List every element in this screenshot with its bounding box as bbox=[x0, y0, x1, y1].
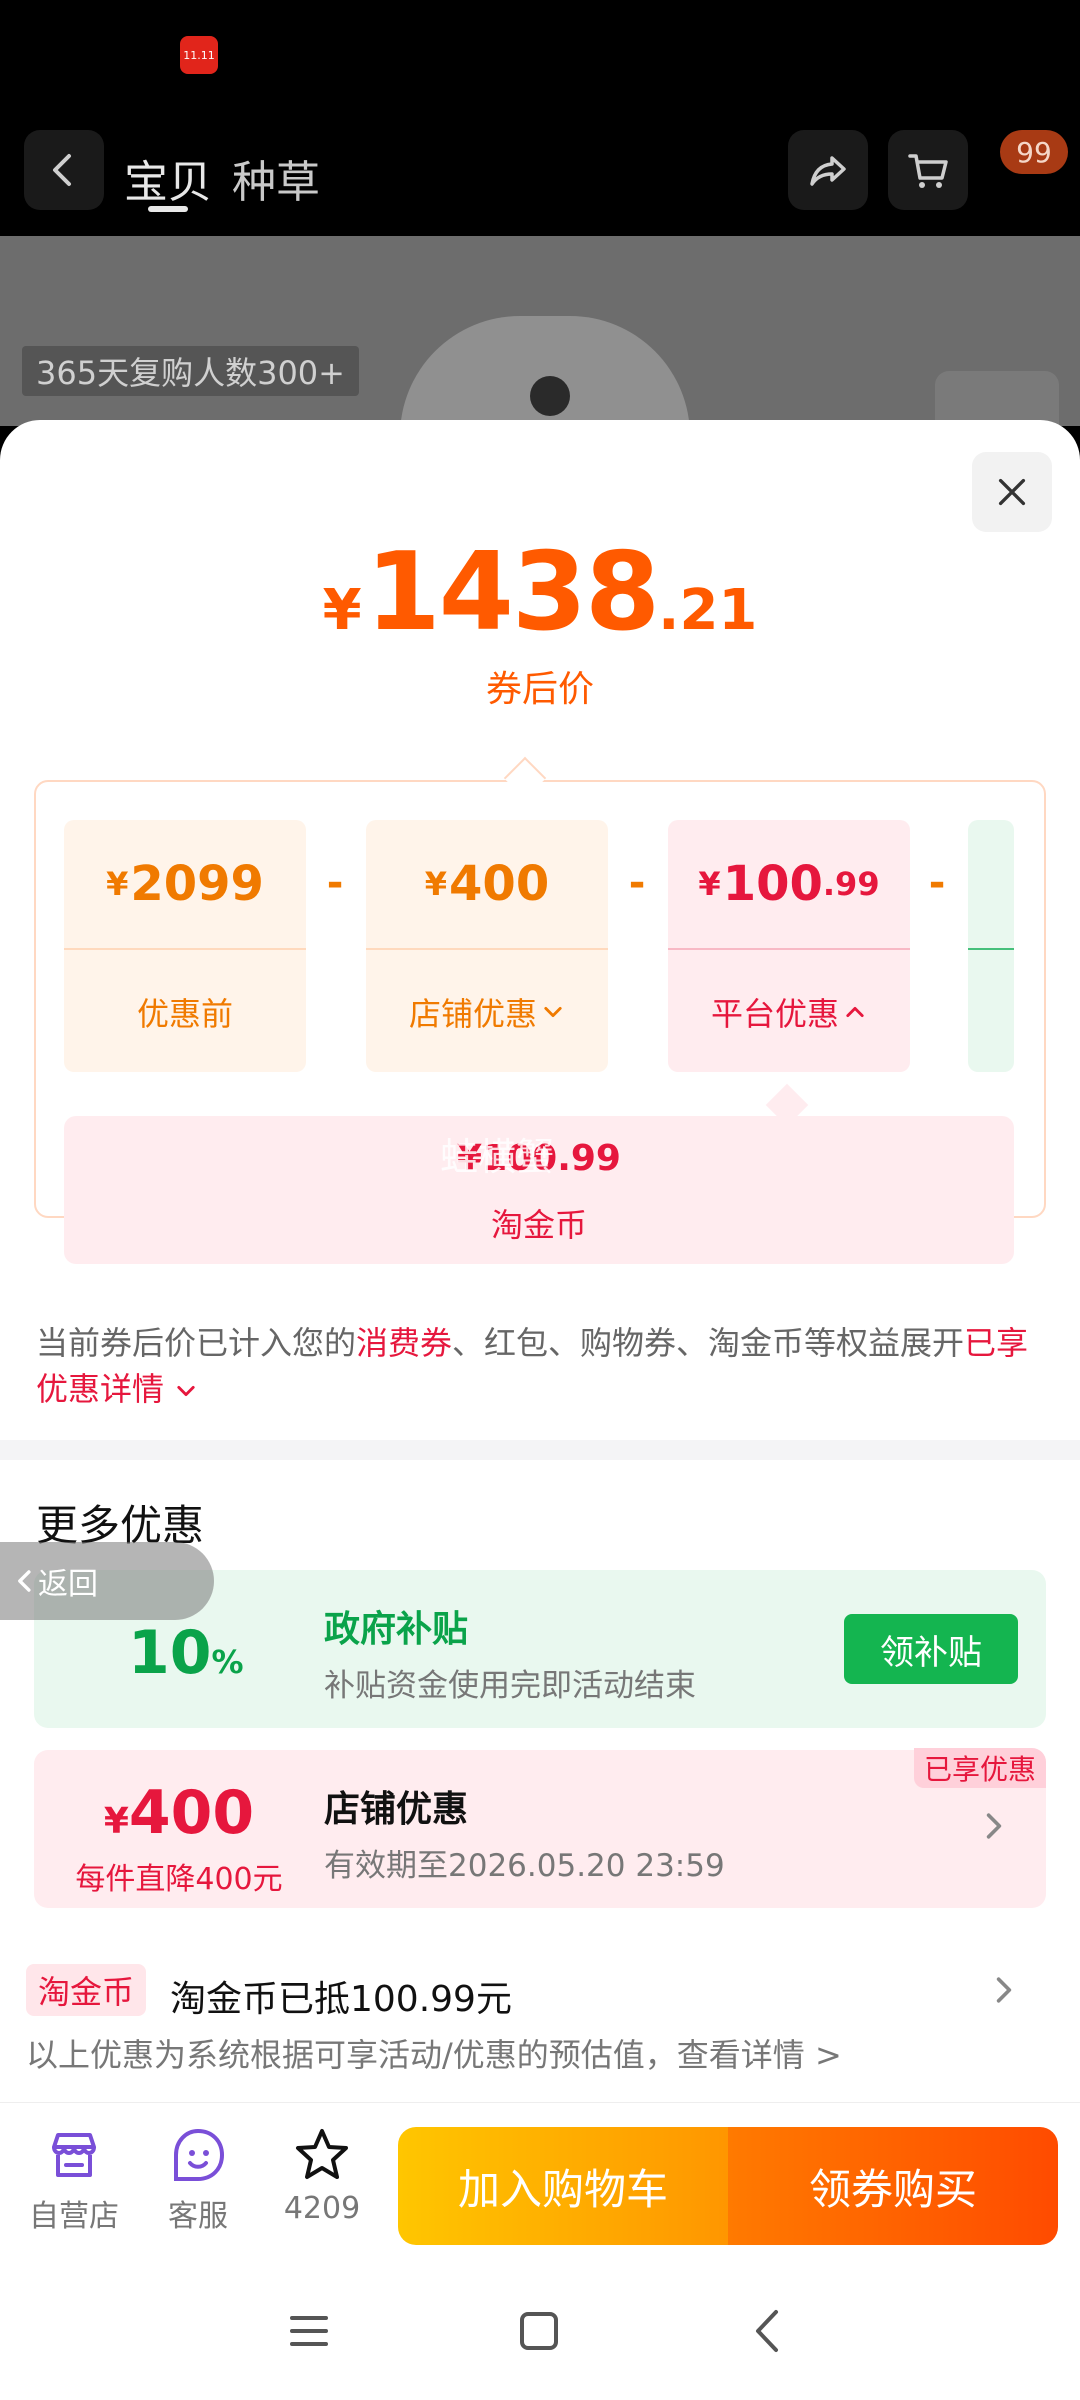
subsidy-rate-unit: % bbox=[211, 1643, 244, 1681]
currency-symbol: ¥ bbox=[106, 865, 129, 903]
chevron-left-icon bbox=[53, 154, 71, 186]
shop-discount-title: 店铺优惠 bbox=[324, 1789, 469, 1830]
chip-label: 店铺优惠 bbox=[408, 995, 537, 1033]
favorite-count: 4209 bbox=[283, 2191, 361, 2226]
cart-button[interactable] bbox=[888, 130, 968, 210]
chevron-left-icon bbox=[18, 1570, 31, 1592]
shop-discount-validity: 有效期至2026.05.20 23:59 bbox=[324, 1848, 725, 1884]
repurchase-tag: 365天复购人数300+ bbox=[22, 346, 359, 396]
price-symbol: ¥ bbox=[322, 578, 362, 643]
chip-separator bbox=[366, 948, 608, 950]
taojinbi-tag: 淘金币 bbox=[26, 1964, 147, 2016]
customer-service-button[interactable]: 客服 bbox=[138, 2125, 258, 2235]
cart-icon bbox=[908, 154, 948, 188]
price-decimal: .21 bbox=[658, 578, 758, 643]
tab-recommend[interactable]: 种草 bbox=[232, 146, 320, 210]
price-integer: 1438 bbox=[365, 530, 661, 655]
purchase-buttons: 加入购物车 领券购买 bbox=[398, 2127, 1058, 2245]
enjoyed-tag: 已享优惠 bbox=[914, 1748, 1046, 1788]
tab-item[interactable]: 宝贝 bbox=[124, 146, 212, 210]
shop-discount-card[interactable]: ¥400 每件直降400元 店铺优惠 有效期至2026.05.20 23:59 … bbox=[34, 1748, 1046, 1908]
status-bar: 11.11 bbox=[0, 0, 1080, 110]
chip-value: 2099 bbox=[130, 856, 264, 912]
section-divider bbox=[0, 1440, 1080, 1460]
chevron-down-icon bbox=[544, 1006, 562, 1018]
close-icon bbox=[998, 478, 1026, 506]
back-arrow-icon[interactable] bbox=[744, 2306, 794, 2356]
minus-sign: - bbox=[628, 860, 646, 906]
share-button[interactable] bbox=[788, 130, 868, 210]
minus-sign: - bbox=[928, 860, 946, 906]
taojinbi-text: 淘金币已抵100.99元 bbox=[170, 1979, 512, 2020]
chip-original-price: ¥2099 优惠前 bbox=[64, 820, 306, 1072]
chip-separator bbox=[968, 948, 1014, 950]
taojinbi-label: 淘金币 bbox=[490, 1206, 587, 1244]
app-badge-icon: 11.11 bbox=[180, 36, 218, 74]
add-to-cart-button[interactable]: 加入购物车 bbox=[398, 2127, 728, 2245]
chip-label-row: 平台优惠 bbox=[668, 952, 910, 1072]
return-label: 返回 bbox=[38, 1567, 98, 1602]
chevron-down-icon bbox=[177, 1385, 195, 1397]
notice-text: 当前券后价已计入您的 bbox=[36, 1324, 357, 1362]
bottom-action-bar: 自营店 客服 4209 加入购物车 领券购买 bbox=[0, 2102, 1080, 2262]
store-icon bbox=[52, 2133, 96, 2177]
estimate-disclaimer-link[interactable]: 以上优惠为系统根据可享活动/优惠的预估值，查看详情 > bbox=[26, 2030, 842, 2076]
chip-label: 平台优惠 bbox=[710, 995, 839, 1033]
shop-discount-amount: ¥400 bbox=[34, 1778, 324, 1848]
notice-highlight-coupon: 消费券 bbox=[356, 1324, 453, 1362]
chip-label-row: 店铺优惠 bbox=[366, 952, 608, 1072]
chip-shop-discount[interactable]: ¥400 店铺优惠 bbox=[366, 820, 608, 1072]
benefit-notice: 当前券后价已计入您的消费券、红包、购物券、淘金币等权益展开已享优惠详情 bbox=[36, 1320, 1036, 1412]
top-navigation: 宝贝 种草 99 bbox=[0, 110, 1080, 236]
chip-subsidy-partial[interactable] bbox=[968, 820, 1014, 1072]
watermark: 蛙横蟹 bbox=[440, 1135, 555, 1179]
currency-symbol: ¥ bbox=[698, 865, 721, 903]
chip-separator bbox=[64, 948, 306, 950]
chip-label: 优惠前 bbox=[136, 995, 233, 1033]
favorite-button[interactable]: 4209 bbox=[262, 2125, 382, 2226]
return-button[interactable]: 返回 bbox=[0, 1542, 214, 1620]
claim-subsidy-button[interactable]: 领补贴 bbox=[844, 1614, 1018, 1684]
chip-decimal: .99 bbox=[822, 865, 880, 903]
chip-value: 400 bbox=[449, 856, 550, 912]
final-price: ¥ 1438 .21 bbox=[0, 530, 1080, 655]
subsidy-title: 政府补贴 bbox=[324, 1609, 469, 1650]
chevron-right-icon bbox=[986, 1813, 1002, 1839]
currency-symbol: ¥ bbox=[103, 1801, 129, 1842]
shop-discount-value: 400 bbox=[128, 1778, 255, 1848]
taojinbi-row[interactable]: 淘金币 淘金币已抵100.99元 bbox=[26, 1960, 1046, 2020]
system-navigation-bar bbox=[0, 2262, 1080, 2400]
menu-icon[interactable] bbox=[284, 2306, 334, 2356]
cart-count-badge: 99 bbox=[1000, 130, 1068, 174]
notice-text: 、红包、购物券、淘金币等权益展开 bbox=[452, 1324, 965, 1362]
back-button[interactable] bbox=[24, 130, 104, 210]
share-icon bbox=[810, 156, 846, 186]
subsidy-subtitle: 补贴资金使用完即活动结束 bbox=[324, 1668, 696, 1704]
home-square-icon[interactable] bbox=[514, 2306, 564, 2356]
store-label: 自营店 bbox=[29, 2199, 119, 2234]
minus-sign: - bbox=[326, 860, 344, 906]
live-button[interactable] bbox=[935, 371, 1059, 426]
shop-discount-desc: 每件直降400元 bbox=[75, 1862, 283, 1897]
chip-value: 100 bbox=[722, 856, 823, 912]
subsidy-rate-value: 10 bbox=[128, 1618, 212, 1688]
customer-service-label: 客服 bbox=[168, 2199, 228, 2234]
claim-coupon-buy-button[interactable]: 领券购买 bbox=[728, 2127, 1058, 2245]
currency-symbol: ¥ bbox=[424, 865, 448, 903]
chevron-right-icon bbox=[996, 1977, 1012, 2003]
subsidy-rate: 10% bbox=[128, 1618, 244, 1688]
price-label: 券后价 bbox=[485, 669, 594, 710]
star-icon bbox=[296, 2129, 348, 2179]
product-hero-image: 365天复购人数300+ bbox=[0, 236, 1080, 426]
chip-platform-discount[interactable]: ¥100.99 平台优惠 bbox=[668, 820, 910, 1072]
customer-service-icon bbox=[174, 2128, 225, 2181]
store-button[interactable]: 自营店 bbox=[14, 2125, 134, 2235]
close-button[interactable] bbox=[972, 452, 1052, 532]
chevron-up-icon bbox=[846, 1006, 864, 1018]
product-image bbox=[400, 316, 690, 426]
tab-underline bbox=[148, 206, 188, 212]
chip-separator bbox=[668, 948, 910, 950]
